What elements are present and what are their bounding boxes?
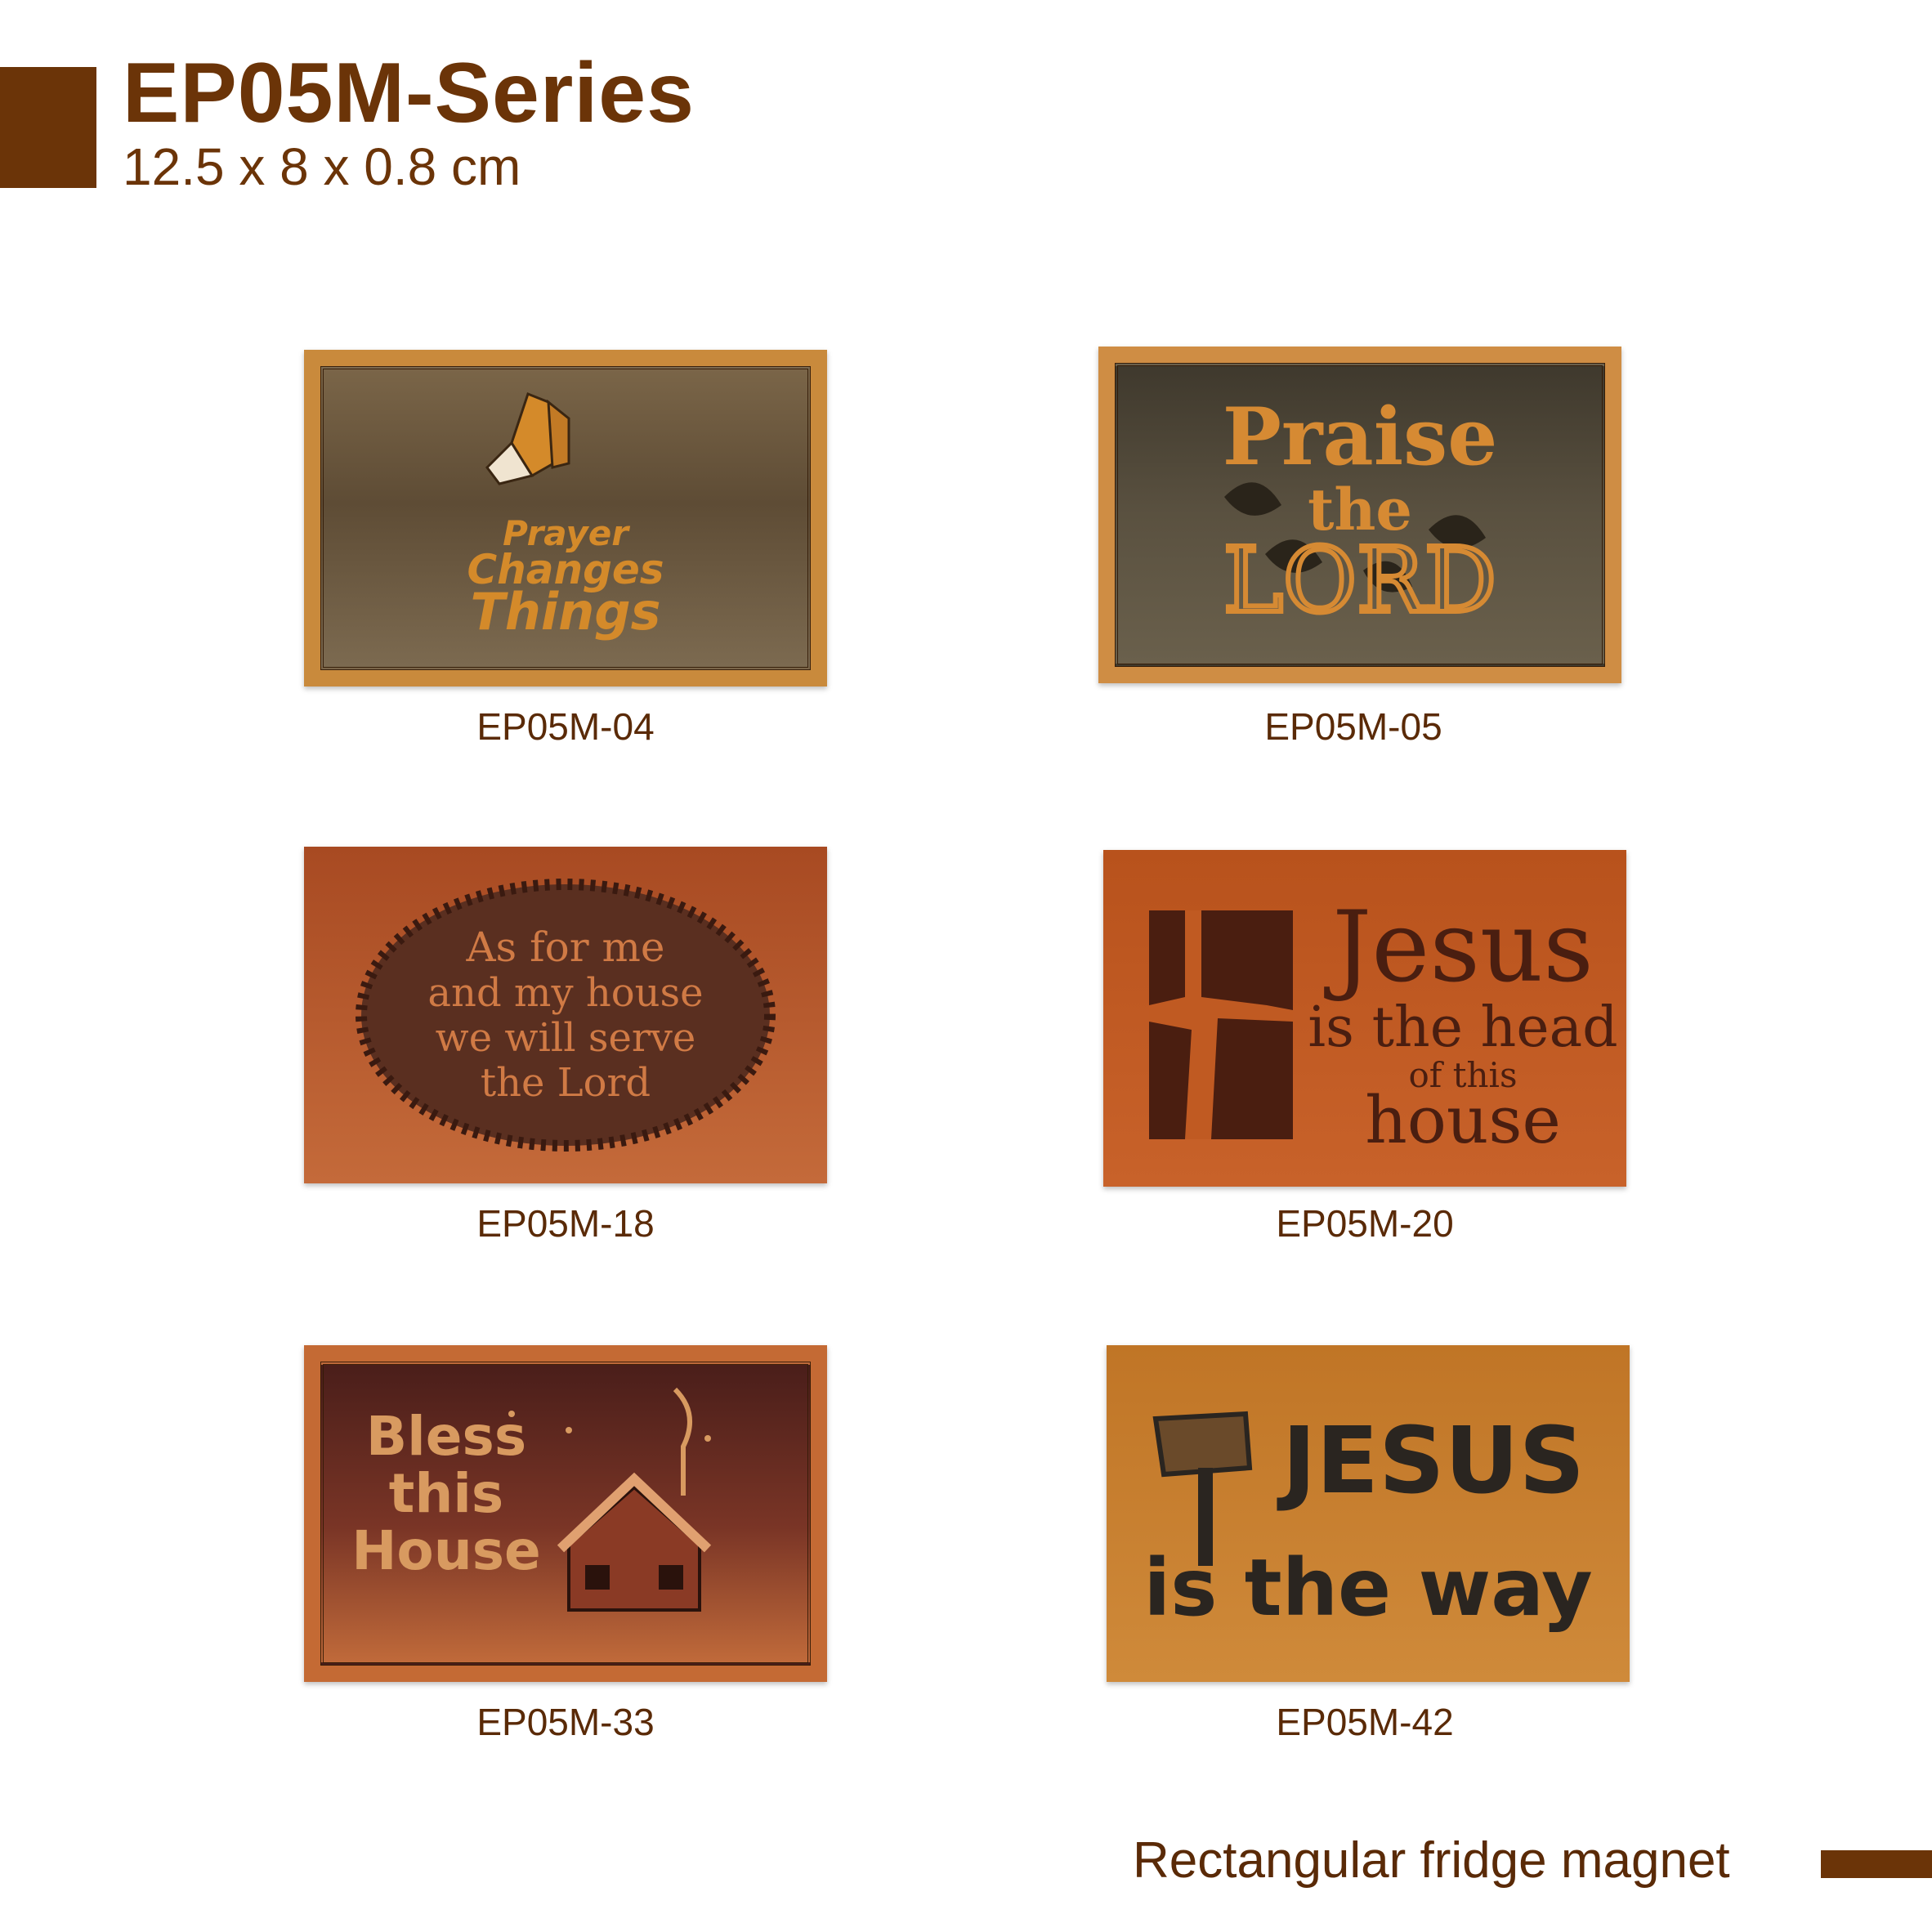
plaque-line: As for me xyxy=(465,924,664,971)
product-code: EP05M-18 xyxy=(476,1202,655,1245)
plaque-line: LORD xyxy=(1223,528,1496,633)
product-image-ep05m-18[interactable]: As for me and my house we will serve the… xyxy=(304,847,827,1183)
plaque-line: Things xyxy=(470,582,660,642)
plaque-line: the Lord xyxy=(481,1060,651,1106)
plaque-line: house xyxy=(1365,1082,1561,1158)
plaque-line: and my house xyxy=(427,970,703,1016)
footer-accent-bar xyxy=(1821,1850,1932,1878)
star-icon xyxy=(566,1427,572,1433)
plaque-line: is the head xyxy=(1308,995,1617,1060)
product-code: EP05M-04 xyxy=(476,705,655,748)
product-image-ep05m-33[interactable]: Bless this House xyxy=(304,1345,827,1682)
leaves-icon: Praise the LORD xyxy=(1221,391,1499,635)
snowy-house-icon: Bless this House xyxy=(351,1387,712,1612)
product-image-ep05m-42[interactable]: JESUS is the way xyxy=(1107,1345,1630,1682)
product-grid: Prayer Changes Things EP05M-04 Praise th… xyxy=(0,0,1932,1932)
product-image-ep05m-20[interactable]: Jesus is the head of this house xyxy=(1103,850,1626,1187)
signpost-icon: JESUS is the way xyxy=(1143,1408,1592,1634)
plaque-line: House xyxy=(351,1519,541,1582)
plaque-line: JESUS xyxy=(1277,1408,1585,1514)
plaque-line: we will serve xyxy=(436,1015,696,1061)
plaque-line: Praise xyxy=(1223,391,1498,483)
product-code: EP05M-33 xyxy=(476,1701,655,1743)
plaque-line: is the way xyxy=(1143,1542,1592,1634)
praying-hands-icon: Prayer Changes Things xyxy=(467,392,664,642)
product-image-ep05m-05[interactable]: Praise the LORD xyxy=(1098,347,1621,683)
plaque-line: Jesus xyxy=(1323,891,1594,1004)
product-code: EP05M-42 xyxy=(1276,1701,1454,1743)
footer-label: Rectangular fridge magnet xyxy=(1133,1832,1730,1889)
cross-figure-icon: Jesus is the head of this house xyxy=(1149,891,1618,1158)
product-image-ep05m-04[interactable]: Prayer Changes Things xyxy=(304,350,827,686)
oval-frame-icon: As for me and my house we will serve the… xyxy=(356,879,776,1152)
product-code: EP05M-05 xyxy=(1264,705,1442,748)
product-code: EP05M-20 xyxy=(1276,1202,1454,1245)
star-icon xyxy=(704,1435,711,1442)
plaque-line: Bless xyxy=(366,1405,526,1468)
plaque-line: this xyxy=(389,1462,503,1525)
